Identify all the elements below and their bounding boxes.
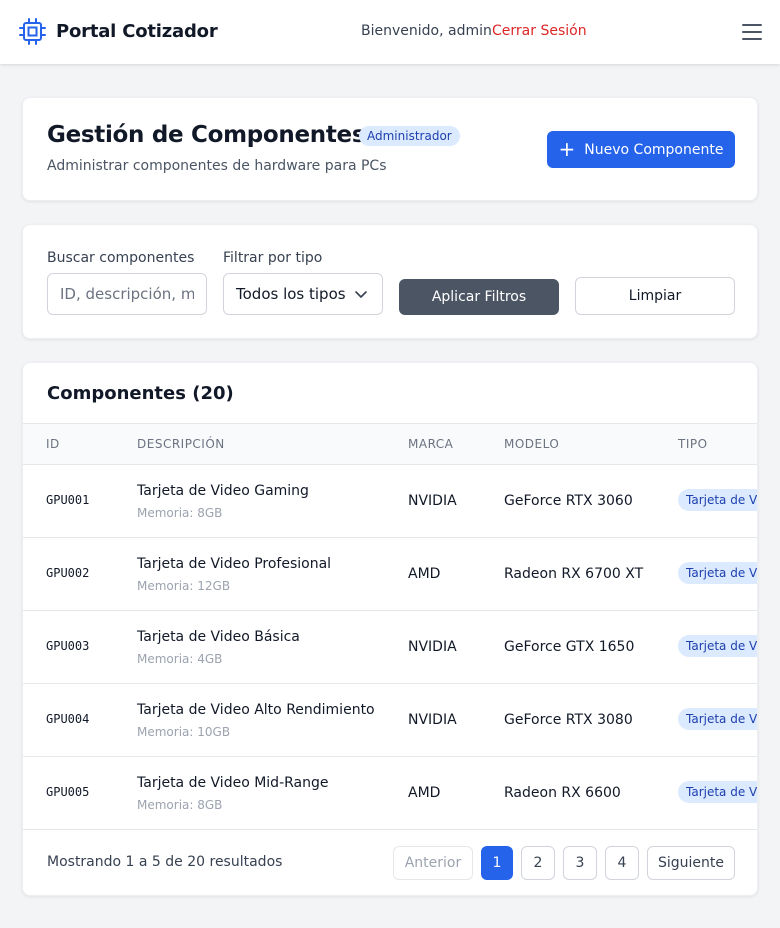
previous-page-button[interactable]: Anterior [393, 846, 473, 880]
page-button-2[interactable]: 2 [521, 846, 555, 880]
welcome-text: Bienvenido, admin [361, 23, 492, 39]
cell-model: Radeon RX 6700 XT [504, 566, 644, 582]
page-button-1[interactable]: 1 [481, 846, 513, 880]
table-row[interactable]: GPU004 Tarjeta de Video Alto Rendimiento… [23, 684, 757, 757]
cell-model: GeForce RTX 3060 [504, 493, 633, 509]
list-title: Componentes (20) [47, 383, 234, 404]
top-navbar: Portal Cotizador Bienvenido, admin Cerra… [0, 0, 780, 64]
page-header-card: Gestión de Componentes Administrador Adm… [22, 97, 758, 201]
type-badge: Tarjeta de Video [678, 489, 757, 511]
cell-brand: AMD [408, 785, 441, 801]
chip-icon [19, 18, 46, 45]
search-input[interactable] [47, 273, 207, 315]
filters-card: Buscar componentes Filtrar por tipo Todo… [22, 224, 758, 339]
cell-detail: Memoria: 10GB [137, 725, 231, 739]
cell-id: GPU003 [46, 639, 90, 653]
type-filter-value: Todos los tipos [236, 285, 346, 303]
cell-description: Tarjeta de Video Básica [137, 629, 300, 645]
cell-description: Tarjeta de Video Mid-Range [137, 775, 329, 791]
plus-icon: + [558, 136, 576, 161]
brand-name: Portal Cotizador [56, 21, 218, 42]
components-list-card: Componentes (20) ID DESCRIPCIÓN MARCA MO… [22, 362, 758, 896]
new-component-button[interactable]: + Nuevo Componente [547, 131, 735, 168]
cell-id: GPU001 [46, 493, 90, 507]
cell-description: Tarjeta de Video Profesional [137, 556, 332, 572]
cell-brand: NVIDIA [408, 639, 457, 655]
page-subtitle: Administrar componentes de hardware para… [47, 158, 387, 174]
table-row[interactable]: GPU002 Tarjeta de Video Profesional Memo… [23, 538, 757, 611]
cell-id: GPU004 [46, 712, 90, 726]
components-table[interactable]: ID DESCRIPCIÓN MARCA MODELO TIPO GPU001 … [23, 423, 757, 830]
page-button-3[interactable]: 3 [563, 846, 597, 880]
column-header-id: ID [46, 437, 60, 451]
logout-link[interactable]: Cerrar Sesión [492, 23, 587, 39]
cell-id: GPU005 [46, 785, 90, 799]
search-label: Buscar componentes [47, 250, 195, 266]
type-badge: Tarjeta de Video [678, 635, 757, 657]
column-header-type: TIPO [678, 437, 708, 451]
table-header: ID DESCRIPCIÓN MARCA MODELO TIPO [23, 424, 757, 465]
column-header-model: MODELO [504, 437, 560, 451]
hamburger-menu-icon[interactable] [742, 24, 762, 40]
cell-description: Tarjeta de Video Gaming [137, 483, 309, 499]
cell-model: Radeon RX 6600 [504, 785, 621, 801]
new-component-label: Nuevo Componente [584, 141, 724, 158]
cell-brand: NVIDIA [408, 493, 457, 509]
type-filter-select[interactable]: Todos los tipos [223, 273, 383, 315]
page-button-4[interactable]: 4 [605, 846, 639, 880]
cell-detail: Memoria: 4GB [137, 652, 223, 666]
cell-detail: Memoria: 12GB [137, 579, 231, 593]
table-row[interactable]: GPU003 Tarjeta de Video Básica Memoria: … [23, 611, 757, 684]
type-badge: Tarjeta de Video [678, 781, 757, 803]
table-row[interactable]: GPU005 Tarjeta de Video Mid-Range Memori… [23, 757, 757, 829]
type-filter-label: Filtrar por tipo [223, 250, 323, 266]
cell-description: Tarjeta de Video Alto Rendimiento [137, 702, 375, 718]
cell-brand: NVIDIA [408, 712, 457, 728]
brand[interactable]: Portal Cotizador [19, 18, 218, 45]
results-summary: Mostrando 1 a 5 de 20 resultados [47, 854, 283, 870]
clear-filters-button[interactable]: Limpiar [575, 277, 735, 315]
cell-detail: Memoria: 8GB [137, 798, 223, 812]
type-badge: Tarjeta de Video [678, 708, 757, 730]
cell-detail: Memoria: 8GB [137, 506, 223, 520]
cell-id: GPU002 [46, 566, 90, 580]
next-page-button[interactable]: Siguiente [647, 846, 735, 880]
type-badge: Tarjeta de Video [678, 562, 757, 584]
table-row[interactable]: GPU001 Tarjeta de Video Gaming Memoria: … [23, 465, 757, 538]
cell-model: GeForce GTX 1650 [504, 639, 635, 655]
role-badge: Administrador [359, 126, 460, 146]
apply-filters-button[interactable]: Aplicar Filtros [399, 279, 559, 315]
chevron-down-icon [355, 291, 367, 298]
page-title: Gestión de Componentes [47, 122, 366, 148]
column-header-description: DESCRIPCIÓN [137, 437, 225, 451]
column-header-brand: MARCA [408, 437, 454, 451]
cell-brand: AMD [408, 566, 441, 582]
cell-model: GeForce RTX 3080 [504, 712, 633, 728]
